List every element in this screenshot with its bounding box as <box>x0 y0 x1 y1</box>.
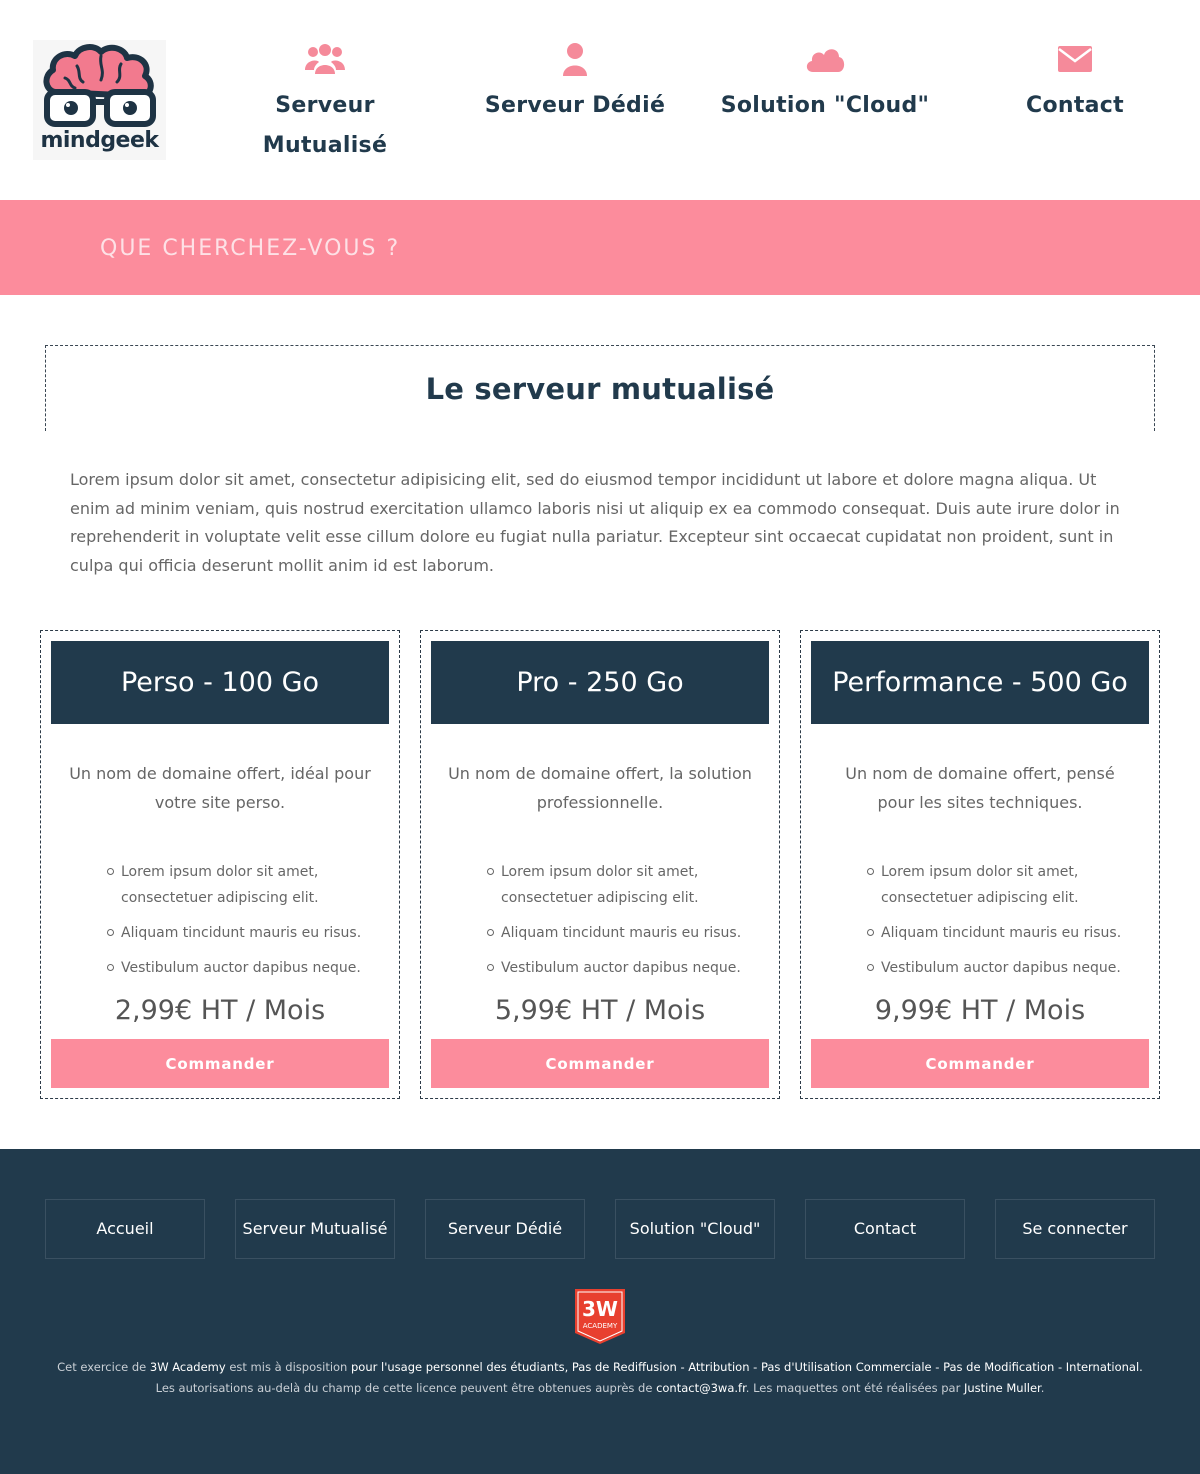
plan-card-performance: Performance - 500 Go Un nom de domaine o… <box>800 630 1160 1099</box>
plan-price: 5,99€ HT / Mois <box>494 995 706 1026</box>
bullet-icon <box>487 964 494 971</box>
legal-line-2: Les autorisations au-delà du champ de ce… <box>0 1378 1200 1399</box>
nav-label: Serveur Dédié <box>484 93 666 118</box>
feature-item: Vestibulum auctor dapibus neque. <box>487 955 757 981</box>
footer-link-se-connecter[interactable]: Se connecter <box>995 1199 1155 1259</box>
feature-item: Vestibulum auctor dapibus neque. <box>107 955 377 981</box>
nav-serveur-mutualise[interactable]: Serveur Mutualisé <box>200 40 450 166</box>
cloud-icon <box>806 49 845 72</box>
search-input[interactable] <box>100 228 800 268</box>
order-button[interactable]: Commander <box>51 1039 389 1088</box>
link-3w-academy[interactable]: 3W Academy <box>150 1360 226 1374</box>
feature-text: Aliquam tincidunt mauris eu risus. <box>881 925 1122 941</box>
plan-description: Un nom de domaine offert, idéal pour vot… <box>69 764 371 812</box>
feature-item: Lorem ipsum dolor sit amet, consectetuer… <box>487 859 757 911</box>
badge-subtext: ACADEMY <box>583 1322 618 1330</box>
link-contact-email[interactable]: contact@3wa.fr <box>656 1381 746 1395</box>
legal-line-1: Cet exercice de 3W Academy est mis à dis… <box>0 1357 1200 1378</box>
plan-description: Un nom de domaine offert, pensé pour les… <box>845 764 1115 812</box>
order-button[interactable]: Commander <box>811 1039 1149 1088</box>
nav-solution-cloud[interactable]: Solution "Cloud" <box>700 40 950 126</box>
footer-link-contact[interactable]: Contact <box>805 1199 965 1259</box>
plan-price: 2,99€ HT / Mois <box>114 995 326 1026</box>
bullet-icon <box>867 964 874 971</box>
feature-item: Lorem ipsum dolor sit amet, consectetuer… <box>107 859 377 911</box>
bullet-icon <box>487 929 494 936</box>
feature-item: Aliquam tincidunt mauris eu risus. <box>107 920 377 946</box>
legal-text: Les autorisations au-delà du champ de ce… <box>155 1381 657 1395</box>
feature-text: Lorem ipsum dolor sit amet, consectetuer… <box>501 864 699 906</box>
mindgeek-logo[interactable]: mindgeek <box>33 40 166 160</box>
feature-item: Vestibulum auctor dapibus neque. <box>867 955 1137 981</box>
feature-item: Aliquam tincidunt mauris eu risus. <box>867 920 1137 946</box>
bullet-icon <box>107 868 114 875</box>
nav-serveur-dedie[interactable]: Serveur Dédié <box>450 40 700 126</box>
plan-name: Pro - 250 Go <box>431 641 769 724</box>
footer-link-accueil[interactable]: Accueil <box>45 1199 205 1259</box>
plan-features: Lorem ipsum dolor sit amet, consectetuer… <box>107 859 377 990</box>
feature-item: Aliquam tincidunt mauris eu risus. <box>487 920 757 946</box>
legal-text: . <box>1040 1381 1045 1395</box>
legal-text: est mis à disposition <box>225 1360 351 1374</box>
users-icon <box>305 44 345 74</box>
badge-text: 3W <box>582 1297 618 1321</box>
link-author[interactable]: Justine Muller <box>964 1381 1041 1395</box>
feature-text: Vestibulum auctor dapibus neque. <box>121 960 361 976</box>
intro-text: Lorem ipsum dolor sit amet, consectetur … <box>70 470 1120 575</box>
3w-academy-badge[interactable]: 3W ACADEMY <box>575 1289 625 1344</box>
plan-features: Lorem ipsum dolor sit amet, consectetuer… <box>867 859 1137 990</box>
footer-link-serveur-dedie[interactable]: Serveur Dédié <box>425 1199 585 1259</box>
nav-label: Solution "Cloud" <box>720 93 930 118</box>
plan-price: 9,99€ HT / Mois <box>874 995 1086 1026</box>
bullet-icon <box>487 868 494 875</box>
search-band <box>0 200 1200 295</box>
bullet-icon <box>107 964 114 971</box>
section-title-box: Le serveur mutualisé <box>45 345 1155 431</box>
bullet-icon <box>107 929 114 936</box>
nav-label: Contact <box>1026 93 1124 118</box>
nav-contact[interactable]: Contact <box>950 40 1200 126</box>
user-icon <box>563 43 587 76</box>
footer-link-solution-cloud[interactable]: Solution "Cloud" <box>615 1199 775 1259</box>
logo-text: mindgeek <box>40 128 159 153</box>
legal-text: . Les maquettes ont été réalisées par <box>745 1381 964 1395</box>
feature-text: Lorem ipsum dolor sit amet, consectetuer… <box>881 864 1079 906</box>
site-footer: Accueil Serveur Mutualisé Serveur Dédié … <box>0 1149 1200 1474</box>
legal-notice: Cet exercice de 3W Academy est mis à dis… <box>0 1357 1200 1399</box>
feature-text: Vestibulum auctor dapibus neque. <box>881 960 1121 976</box>
bullet-icon <box>867 868 874 875</box>
feature-text: Lorem ipsum dolor sit amet, consectetuer… <box>121 864 319 906</box>
footer-link-serveur-mutualise[interactable]: Serveur Mutualisé <box>235 1199 395 1259</box>
feature-text: Aliquam tincidunt mauris eu risus. <box>501 925 742 941</box>
page-title: Le serveur mutualisé <box>425 372 775 406</box>
plan-features: Lorem ipsum dolor sit amet, consectetuer… <box>487 859 757 990</box>
legal-text: Cet exercice de <box>57 1360 150 1374</box>
plan-name: Performance - 500 Go <box>811 641 1149 724</box>
plan-card-perso: Perso - 100 Go Un nom de domaine offert,… <box>40 630 400 1099</box>
feature-text: Vestibulum auctor dapibus neque. <box>501 960 741 976</box>
plan-card-pro: Pro - 250 Go Un nom de domaine offert, l… <box>420 630 780 1099</box>
feature-item: Lorem ipsum dolor sit amet, consectetuer… <box>867 859 1137 911</box>
envelope-icon <box>1058 46 1092 72</box>
order-button[interactable]: Commander <box>431 1039 769 1088</box>
brain-glasses-icon <box>43 44 156 127</box>
bullet-icon <box>867 929 874 936</box>
site-header: mindgeek Serveur Mutualisé Serveur Dédié… <box>0 0 1200 200</box>
plan-description: Un nom de domaine offert, la solution pr… <box>448 764 752 812</box>
plan-name: Perso - 100 Go <box>51 641 389 724</box>
nav-label: Serveur Mutualisé <box>262 93 388 158</box>
link-license[interactable]: pour l'usage personnel des étudiants, Pa… <box>351 1360 1143 1374</box>
feature-text: Aliquam tincidunt mauris eu risus. <box>121 925 362 941</box>
